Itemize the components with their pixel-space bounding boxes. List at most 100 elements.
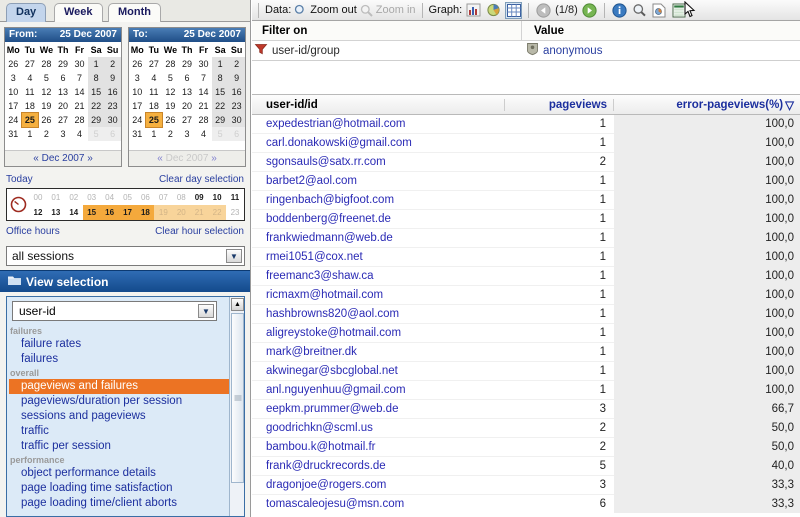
hour-cell-22[interactable]: 22 <box>208 204 227 220</box>
calendar-day-2[interactable]: 2 <box>228 57 245 71</box>
calendar-day-26[interactable]: 26 <box>162 113 179 127</box>
cell-user-id[interactable]: bambou.k@hotmail.fr <box>252 441 504 453</box>
calendar-from-grid[interactable]: Mo Tu We Th Fr Sa Su 26 27 28 29 30 1 2 3 4 5 6 7 8 9 10 11 12… <box>5 43 121 141</box>
table-row[interactable]: mark@breitner.dk 1 100,0 <box>252 342 800 362</box>
calendar-day-29[interactable]: 29 <box>211 113 229 127</box>
zoom-out-button[interactable]: Zoom out <box>294 4 357 17</box>
previous-page-icon[interactable] <box>535 2 552 19</box>
hour-cell-03[interactable]: 03 <box>83 190 101 205</box>
calendar-day-7[interactable]: 7 <box>195 71 212 85</box>
cell-user-id[interactable]: expedestrian@hotmail.com <box>252 118 504 130</box>
hour-cell-12[interactable]: 12 <box>29 205 47 220</box>
calendar-day-20[interactable]: 20 <box>179 99 196 113</box>
session-select[interactable]: all sessions ▼ <box>6 246 245 266</box>
column-header-pageviews[interactable]: pageviews <box>504 98 614 111</box>
calendar-day-6[interactable]: 6 <box>55 71 72 85</box>
calendar-day-23[interactable]: 23 <box>228 99 245 113</box>
calendar-day-3[interactable]: 3 <box>55 127 72 141</box>
hour-cell-20[interactable]: 20 <box>172 204 191 220</box>
calendar-day-20[interactable]: 20 <box>55 99 72 113</box>
calendar-day-18[interactable]: 18 <box>146 99 163 113</box>
table-row[interactable]: freemanc3@shaw.ca 1 100,0 <box>252 266 800 286</box>
calendar-to-next-icon[interactable]: » <box>211 153 217 164</box>
calendar-day-31[interactable]: 31 <box>5 127 22 141</box>
view-item[interactable]: page loading time/client aborts <box>9 496 229 511</box>
calendar-day-13[interactable]: 13 <box>55 85 72 99</box>
view-list-scrollbar[interactable]: ▲ <box>229 297 244 516</box>
calendar-to-days[interactable]: 26 27 28 29 30 1 2 3 4 5 6 7 8 9 10 11 12 13 14 15 16 17 18 19 2… <box>129 57 245 141</box>
calendar-day-12[interactable]: 12 <box>38 85 55 99</box>
hour-cell-09[interactable]: 09 <box>190 190 208 205</box>
calendar-day-26[interactable]: 26 <box>38 113 55 127</box>
calendar-day-8[interactable]: 8 <box>211 71 229 85</box>
calendar-day-29[interactable]: 29 <box>87 113 105 127</box>
calendar-day-11[interactable]: 11 <box>146 85 163 99</box>
cell-user-id[interactable]: rmei1051@cox.net <box>252 251 504 263</box>
calendar-day-19[interactable]: 19 <box>38 99 55 113</box>
scrollbar-thumb[interactable] <box>231 313 244 483</box>
calendar-day-15[interactable]: 15 <box>211 85 229 99</box>
calendar-day-8[interactable]: 8 <box>87 71 105 85</box>
calendar-day-16[interactable]: 16 <box>228 85 245 99</box>
calendar-day-14[interactable]: 14 <box>195 85 212 99</box>
column-header-user-id[interactable]: user-id/id <box>252 99 504 111</box>
hour-cell-18[interactable]: 18 <box>136 204 155 220</box>
bar-chart-icon[interactable] <box>465 2 482 19</box>
calendar-day-1[interactable]: 1 <box>146 127 163 141</box>
view-item[interactable]: traffic per session <box>9 439 229 454</box>
hour-cell-08[interactable]: 08 <box>172 190 190 205</box>
calendar-day-27[interactable]: 27 <box>55 113 72 127</box>
calendar-day-15[interactable]: 15 <box>87 85 105 99</box>
calendar-day-2[interactable]: 2 <box>38 127 55 141</box>
calendar-day-2[interactable]: 2 <box>162 127 179 141</box>
calendar-day-25[interactable]: 25 <box>20 112 40 128</box>
calendar-day-27[interactable]: 27 <box>146 57 163 71</box>
calendar-day-14[interactable]: 14 <box>71 85 88 99</box>
cell-user-id[interactable]: goodrichkn@scml.us <box>252 422 504 434</box>
cell-user-id[interactable]: anl.nguyenhuu@gmail.com <box>252 384 504 396</box>
column-header-error-pageviews[interactable]: error-pageviews(%) ▽ <box>614 98 800 112</box>
cell-user-id[interactable]: freemanc3@shaw.ca <box>252 270 504 282</box>
calendar-day-13[interactable]: 13 <box>179 85 196 99</box>
table-row[interactable]: frank@druckrecords.de 5 40,0 <box>252 456 800 476</box>
cell-user-id[interactable]: frankwiedmann@web.de <box>252 232 504 244</box>
calendar-day-3[interactable]: 3 <box>5 71 22 85</box>
calendar-day-26[interactable]: 26 <box>5 57 22 71</box>
cell-user-id[interactable]: akwinegar@sbcglobal.net <box>252 365 504 377</box>
table-row[interactable]: tomascaleojesu@msn.com 6 33,3 <box>252 494 800 513</box>
clear-day-selection-link[interactable]: Clear day selection <box>159 174 244 185</box>
calendar-day-5[interactable]: 5 <box>38 71 55 85</box>
calendar-day-1[interactable]: 1 <box>87 57 105 71</box>
chevron-down-icon[interactable]: ▼ <box>198 304 214 318</box>
cell-user-id[interactable]: mark@breitner.dk <box>252 346 504 358</box>
table-row[interactable]: bambou.k@hotmail.fr 2 50,0 <box>252 437 800 457</box>
view-item[interactable]: traffic <box>9 424 229 439</box>
table-row[interactable]: expedestrian@hotmail.com 1 100,0 <box>252 115 800 134</box>
hour-cell-15[interactable]: 15 <box>82 204 101 220</box>
cell-user-id[interactable]: ringenbach@bigfoot.com <box>252 194 504 206</box>
filter-value-cell[interactable]: anonymous <box>522 42 800 59</box>
table-row[interactable]: goodrichkn@scml.us 2 50,0 <box>252 418 800 438</box>
hour-selector[interactable]: 00 01 02 03 04 05 06 07 08 09 10 11 12 13 14 15 16 17 18 19… <box>6 188 245 221</box>
calendar-day-26[interactable]: 26 <box>129 57 146 71</box>
hour-cell-01[interactable]: 01 <box>47 190 65 205</box>
calendar-day-6[interactable]: 6 <box>104 127 121 141</box>
table-row[interactable]: barbet2@aol.com 1 100,0 <box>252 171 800 191</box>
tab-day[interactable]: Day <box>6 3 47 22</box>
hour-grid[interactable]: 00 01 02 03 04 05 06 07 08 09 10 11 12 13 14 15 16 17 18 19… <box>29 190 244 220</box>
hour-cell-10[interactable]: 10 <box>208 190 226 205</box>
calendar-day-30[interactable]: 30 <box>228 113 245 127</box>
hour-cell-14[interactable]: 14 <box>65 205 83 220</box>
next-page-icon[interactable] <box>581 2 598 19</box>
calendar-day-17[interactable]: 17 <box>129 99 146 113</box>
calendar-day-28[interactable]: 28 <box>38 57 55 71</box>
hour-cell-19[interactable]: 19 <box>154 204 173 220</box>
today-link[interactable]: Today <box>6 174 33 185</box>
cell-user-id[interactable]: sgonsauls@satx.rr.com <box>252 156 504 168</box>
table-row[interactable]: boddenberg@freenet.de 1 100,0 <box>252 209 800 229</box>
chevron-down-icon[interactable]: ▼ <box>226 249 242 263</box>
calendar-day-4[interactable]: 4 <box>146 71 163 85</box>
view-item[interactable]: pageviews/duration per session <box>9 394 229 409</box>
filter-row[interactable]: user-id/group anonymous <box>252 41 800 61</box>
calendar-day-28[interactable]: 28 <box>195 113 212 127</box>
